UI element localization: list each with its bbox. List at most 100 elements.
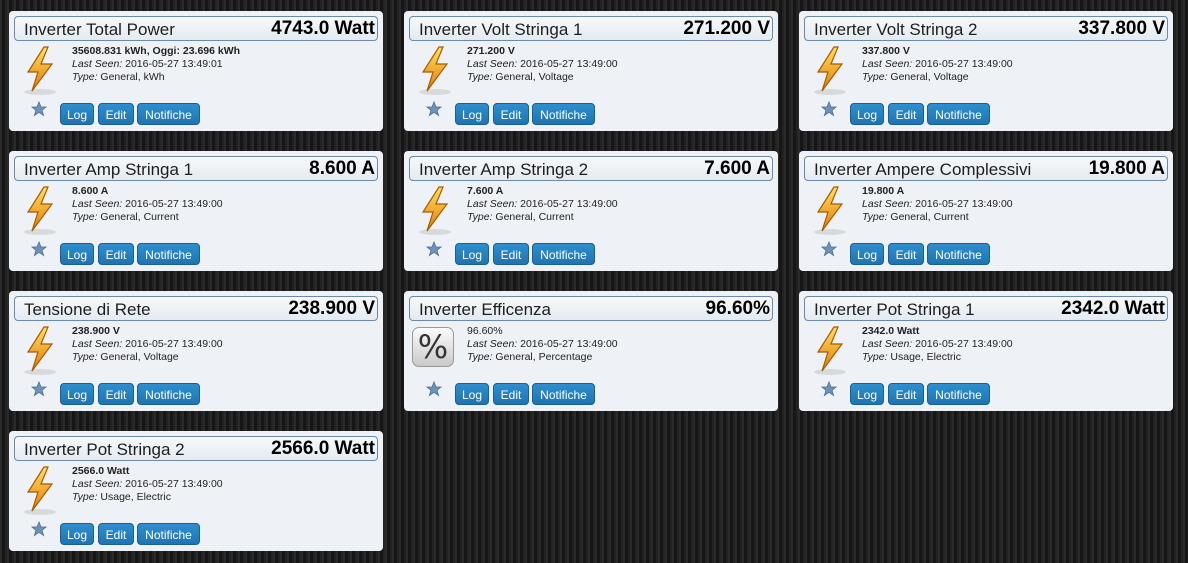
favorite-star-icon[interactable] (821, 101, 837, 117)
log-button[interactable]: Log (455, 103, 489, 125)
last-seen-label: Last Seen: (862, 58, 913, 70)
device-details: 7.600 A Last Seen: 2016-05-27 13:49:00 T… (467, 185, 618, 224)
card-header: Inverter Total Power 4743.0 Watt (14, 16, 378, 41)
device-details: 8.600 A Last Seen: 2016-05-27 13:49:00 T… (72, 185, 223, 224)
last-seen-value: 2016-05-27 13:49:01 (125, 58, 223, 70)
card-header: Inverter Pot Stringa 2 2566.0 Watt (14, 436, 378, 461)
device-value: 2342.0 Watt (1061, 298, 1165, 319)
last-seen-label: Last Seen: (72, 198, 123, 210)
device-data: 2342.0 Watt (862, 325, 920, 337)
log-button[interactable]: Log (60, 243, 94, 265)
favorite-star-icon[interactable] (821, 241, 837, 257)
log-button[interactable]: Log (60, 103, 94, 125)
lightning-icon (24, 46, 56, 95)
card-header: Inverter Ampere Complessivi 19.800 A (804, 156, 1168, 181)
favorite-star-icon[interactable] (426, 381, 442, 397)
device-value: 19.800 A (1088, 158, 1165, 179)
device-data: 96.60% (467, 325, 503, 337)
device-details: 96.60% Last Seen: 2016-05-27 13:49:00 Ty… (467, 325, 618, 364)
type-value: General, Percentage (495, 351, 593, 363)
type-value: Usage, Electric (100, 491, 172, 503)
type-row: Type: General, kWh (72, 71, 240, 84)
type-value: General, Voltage (100, 351, 179, 363)
notifiche-button[interactable]: Notifiche (137, 383, 200, 405)
device-value: 238.900 V (288, 298, 375, 319)
type-label: Type: (467, 351, 493, 363)
lightning-icon (24, 326, 56, 375)
edit-button[interactable]: Edit (888, 243, 924, 265)
favorite-star-icon[interactable] (31, 521, 47, 537)
lightning-icon (814, 326, 846, 375)
edit-button[interactable]: Edit (888, 383, 924, 405)
device-card: Inverter Total Power 4743.0 Watt 35608.8… (9, 11, 383, 131)
device-value: 96.60% (705, 298, 770, 319)
lightning-icon (24, 466, 56, 515)
device-card: Inverter Efficenza 96.60% % 96.60% Last … (404, 291, 778, 411)
device-card: Inverter Volt Stringa 1 271.200 V 271.20… (404, 11, 778, 131)
edit-button[interactable]: Edit (888, 103, 924, 125)
device-name: Inverter Amp Stringa 2 (419, 160, 589, 179)
type-label: Type: (862, 211, 888, 223)
favorite-star-icon[interactable] (821, 381, 837, 397)
percent-icon: % (412, 327, 454, 367)
log-button[interactable]: Log (60, 523, 94, 545)
edit-button[interactable]: Edit (493, 243, 529, 265)
last-seen-row: Last Seen: 2016-05-27 13:49:01 (72, 58, 240, 71)
device-details: 337.800 V Last Seen: 2016-05-27 13:49:00… (862, 45, 1013, 84)
last-seen-value: 2016-05-27 13:49:00 (915, 338, 1013, 350)
device-card: Inverter Ampere Complessivi 19.800 A 19.… (799, 151, 1173, 271)
favorite-star-icon[interactable] (31, 381, 47, 397)
type-row: Type: General, Percentage (467, 351, 618, 364)
lightning-icon (814, 186, 846, 235)
device-value: 337.800 V (1078, 18, 1165, 39)
log-button[interactable]: Log (850, 383, 884, 405)
lightning-icon (419, 186, 451, 235)
log-button[interactable]: Log (850, 243, 884, 265)
favorite-star-icon[interactable] (31, 241, 47, 257)
favorite-star-icon[interactable] (426, 101, 442, 117)
notifiche-button[interactable]: Notifiche (137, 103, 200, 125)
notifiche-button[interactable]: Notifiche (927, 103, 990, 125)
device-details: 2566.0 Watt Last Seen: 2016-05-27 13:49:… (72, 465, 223, 504)
edit-button[interactable]: Edit (493, 103, 529, 125)
card-header: Inverter Volt Stringa 2 337.800 V (804, 16, 1168, 41)
notifiche-button[interactable]: Notifiche (137, 523, 200, 545)
device-name: Inverter Total Power (24, 20, 175, 39)
edit-button[interactable]: Edit (493, 383, 529, 405)
device-value: 2566.0 Watt (271, 438, 375, 459)
device-card: Tensione di Rete 238.900 V 238.900 V Las… (9, 291, 383, 411)
notifiche-button[interactable]: Notifiche (927, 243, 990, 265)
log-button[interactable]: Log (455, 383, 489, 405)
notifiche-button[interactable]: Notifiche (532, 243, 595, 265)
card-header: Inverter Volt Stringa 1 271.200 V (409, 16, 773, 41)
last-seen-row: Last Seen: 2016-05-27 13:49:00 (467, 58, 618, 71)
favorite-star-icon[interactable] (426, 241, 442, 257)
edit-button[interactable]: Edit (98, 243, 134, 265)
notifiche-button[interactable]: Notifiche (532, 103, 595, 125)
last-seen-row: Last Seen: 2016-05-27 13:49:00 (467, 338, 618, 351)
card-header: Inverter Amp Stringa 2 7.600 A (409, 156, 773, 181)
type-label: Type: (72, 71, 98, 83)
log-button[interactable]: Log (455, 243, 489, 265)
last-seen-row: Last Seen: 2016-05-27 13:49:00 (467, 198, 618, 211)
type-label: Type: (72, 491, 98, 503)
last-seen-value: 2016-05-27 13:49:00 (125, 478, 223, 490)
device-card: Inverter Amp Stringa 2 7.600 A 7.600 A L… (404, 151, 778, 271)
edit-button[interactable]: Edit (98, 383, 134, 405)
notifiche-button[interactable]: Notifiche (927, 383, 990, 405)
edit-button[interactable]: Edit (98, 523, 134, 545)
device-data: 19.800 A (862, 185, 905, 197)
edit-button[interactable]: Edit (98, 103, 134, 125)
log-button[interactable]: Log (60, 383, 94, 405)
notifiche-button[interactable]: Notifiche (137, 243, 200, 265)
last-seen-label: Last Seen: (72, 478, 123, 490)
last-seen-value: 2016-05-27 13:49:00 (520, 338, 618, 350)
favorite-star-icon[interactable] (31, 101, 47, 117)
device-data: 238.900 V (72, 325, 120, 337)
log-button[interactable]: Log (850, 103, 884, 125)
type-row: Type: Usage, Electric (862, 351, 1013, 364)
notifiche-button[interactable]: Notifiche (532, 383, 595, 405)
device-details: 2342.0 Watt Last Seen: 2016-05-27 13:49:… (862, 325, 1013, 364)
device-details: 238.900 V Last Seen: 2016-05-27 13:49:00… (72, 325, 223, 364)
device-data: 35608.831 kWh, Oggi: 23.696 kWh (72, 45, 241, 57)
